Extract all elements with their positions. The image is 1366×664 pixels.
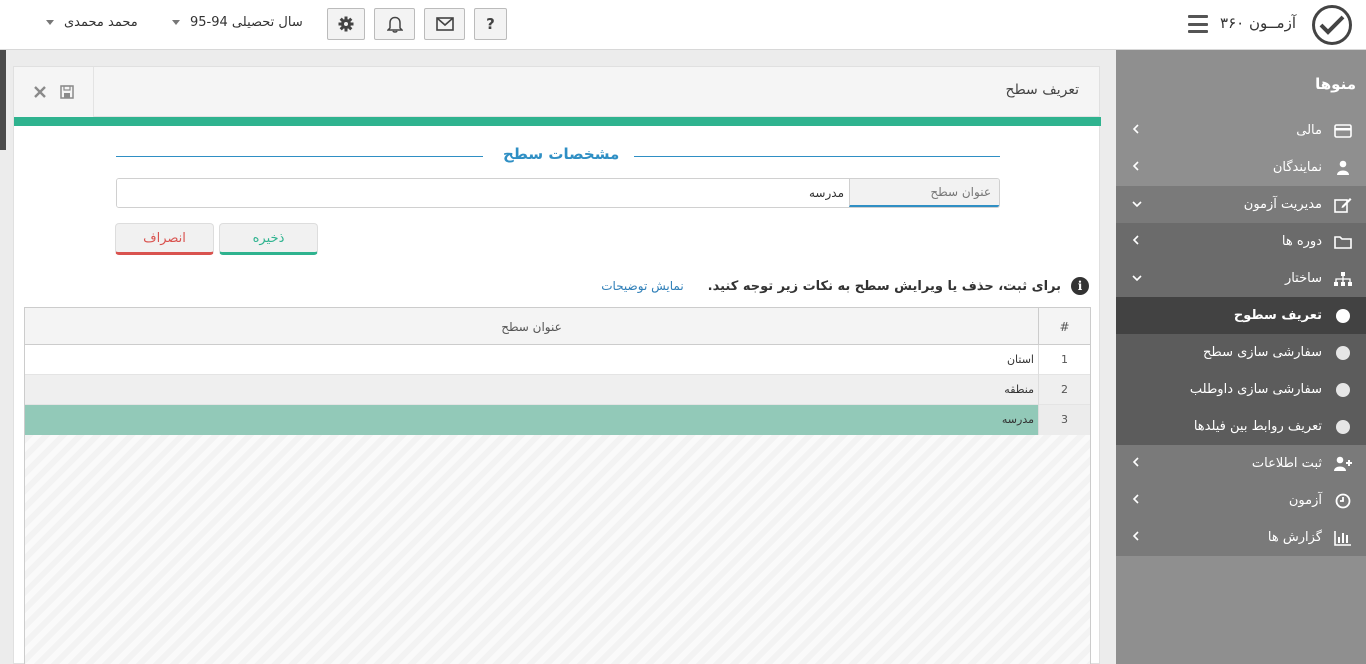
chevron-left-icon — [1132, 123, 1140, 138]
folder-icon — [1332, 235, 1354, 249]
sidebar-item-reports[interactable]: گزارش ها — [1116, 519, 1366, 556]
panel-accent-bar — [14, 117, 1101, 126]
sitemap-icon — [1332, 271, 1354, 286]
user-menu-dropdown[interactable]: محمد محمدی — [46, 15, 138, 30]
levels-table: عنوان سطح # استان 1 منطقه 2 مدرسه 3 — [24, 307, 1091, 664]
notice-text: برای ثبت، حذف یا ویرایش سطح به نکات زیر … — [707, 278, 1061, 294]
sidebar-item-label: گزارش ها — [1267, 530, 1322, 545]
sidebar-item-label: ثبت اطلاعات — [1251, 456, 1322, 471]
bar-chart-icon — [1332, 530, 1354, 546]
sidebar: منوها مالی نمایندگان مدیریت آزمون دوره ه… — [1116, 50, 1366, 664]
sidebar-item-label: آزمون — [1288, 493, 1322, 508]
academic-year-dropdown[interactable]: سال تحصیلی 94-95 — [172, 15, 303, 30]
level-title-field: عنوان سطح — [116, 178, 1000, 208]
chevron-down-icon — [1132, 197, 1142, 212]
section-divider — [634, 156, 1000, 157]
sidebar-item-label: تعریف سطوح — [1233, 308, 1322, 323]
sidebar-item-label: دوره ها — [1281, 234, 1322, 249]
table-row-selected[interactable]: مدرسه 3 — [25, 405, 1090, 435]
show-description-link[interactable]: نمایش توضیحات — [601, 279, 683, 293]
save-disk-icon[interactable] — [59, 85, 74, 99]
page-title: تعریف سطح — [1005, 82, 1079, 98]
sidebar-item-define-levels[interactable]: تعریف سطوح — [1116, 297, 1366, 334]
clock-icon — [1332, 493, 1354, 509]
edit-icon — [1332, 197, 1354, 213]
chevron-left-icon — [1132, 456, 1140, 471]
caret-down-icon — [172, 20, 180, 25]
save-button[interactable]: ذخیره — [219, 223, 318, 255]
sidebar-heading: منوها — [1315, 75, 1356, 93]
panel-header: تعریف سطح — [14, 67, 1099, 117]
sidebar-item-label: سفارشی سازی داوطلب — [1189, 382, 1322, 397]
level-title-input[interactable] — [117, 179, 850, 207]
sidebar-item-courses[interactable]: دوره ها — [1116, 223, 1366, 260]
table-row[interactable]: منطقه 2 — [25, 375, 1090, 405]
logo-check-icon — [1312, 5, 1352, 45]
top-bar: آزمــون ۳۶۰ ? سال تحصیلی 94-95 محمد محمد… — [0, 0, 1366, 50]
chevron-left-icon — [1132, 234, 1140, 249]
info-icon: i — [1071, 277, 1089, 295]
cell-title: مدرسه — [25, 405, 1039, 435]
cancel-button[interactable]: انصراف — [115, 223, 214, 255]
caret-down-icon — [46, 20, 54, 25]
notifications-button[interactable] — [374, 8, 415, 40]
level-title-label: عنوان سطح — [849, 179, 999, 207]
sidebar-item-candidate-customization[interactable]: سفارشی سازی داوطلب — [1116, 371, 1366, 408]
cell-number: 3 — [1039, 405, 1090, 435]
cell-title: منطقه — [25, 375, 1039, 405]
sidebar-item-label: نمایندگان — [1272, 160, 1322, 175]
left-edge-strip — [0, 50, 6, 150]
user-plus-icon — [1332, 456, 1354, 472]
cell-title: استان — [25, 345, 1039, 375]
envelope-icon — [435, 17, 454, 31]
close-icon[interactable] — [33, 86, 46, 98]
chevron-down-icon — [1132, 271, 1142, 286]
sidebar-item-field-relations[interactable]: تعریف روابط بین فیلدها — [1116, 408, 1366, 445]
chevron-left-icon — [1132, 493, 1140, 508]
help-button[interactable]: ? — [474, 8, 507, 40]
column-header-title[interactable]: عنوان سطح — [25, 308, 1039, 345]
user-name: محمد محمدی — [64, 15, 138, 30]
panel-tools — [14, 67, 94, 117]
chevron-left-icon — [1132, 160, 1140, 175]
circle-icon — [1332, 308, 1354, 323]
section-title: مشخصات سطح — [503, 145, 620, 163]
cell-number: 2 — [1061, 383, 1068, 396]
circle-icon — [1332, 382, 1354, 397]
agent-icon — [1332, 160, 1354, 176]
sidebar-item-level-customization[interactable]: سفارشی سازی سطح — [1116, 334, 1366, 371]
settings-button[interactable] — [327, 8, 365, 40]
table-row[interactable]: استان 1 — [25, 345, 1090, 375]
section-divider — [116, 156, 483, 157]
gear-icon — [338, 16, 354, 32]
sidebar-item-data-entry[interactable]: ثبت اطلاعات — [1116, 445, 1366, 482]
main-panel: تعریف سطح مشخصات سطح عنوان سطح ذخیره انص… — [13, 66, 1101, 664]
help-icon: ? — [486, 15, 495, 33]
table-header: عنوان سطح # — [25, 308, 1090, 345]
sidebar-item-label: مدیریت آزمون — [1243, 197, 1322, 212]
sidebar-item-agents[interactable]: نمایندگان — [1116, 149, 1366, 186]
app-title: آزمــون ۳۶۰ — [1220, 14, 1296, 32]
sidebar-item-exam-management[interactable]: مدیریت آزمون — [1116, 186, 1366, 223]
chevron-left-icon — [1132, 530, 1140, 545]
sidebar-item-label: مالی — [1296, 123, 1322, 138]
circle-icon — [1332, 419, 1354, 434]
sidebar-item-exam[interactable]: آزمون — [1116, 482, 1366, 519]
credit-card-icon — [1332, 123, 1354, 138]
sidebar-item-structure[interactable]: ساختار — [1116, 260, 1366, 297]
sidebar-item-label: تعریف روابط بین فیلدها — [1193, 419, 1322, 434]
sidebar-item-finance[interactable]: مالی — [1116, 112, 1366, 149]
sidebar-item-label: سفارشی سازی سطح — [1203, 345, 1322, 360]
hamburger-menu-icon[interactable] — [1188, 15, 1208, 33]
mail-button[interactable] — [424, 8, 465, 40]
column-header-number[interactable]: # — [1039, 308, 1090, 345]
notice-bar: i برای ثبت، حذف یا ویرایش سطح به نکات زی… — [601, 277, 1089, 295]
circle-icon — [1332, 345, 1354, 360]
academic-year-label: سال تحصیلی 94-95 — [190, 15, 303, 30]
bell-icon — [386, 16, 403, 33]
sidebar-item-label: ساختار — [1284, 271, 1322, 286]
cell-number: 1 — [1061, 353, 1068, 366]
